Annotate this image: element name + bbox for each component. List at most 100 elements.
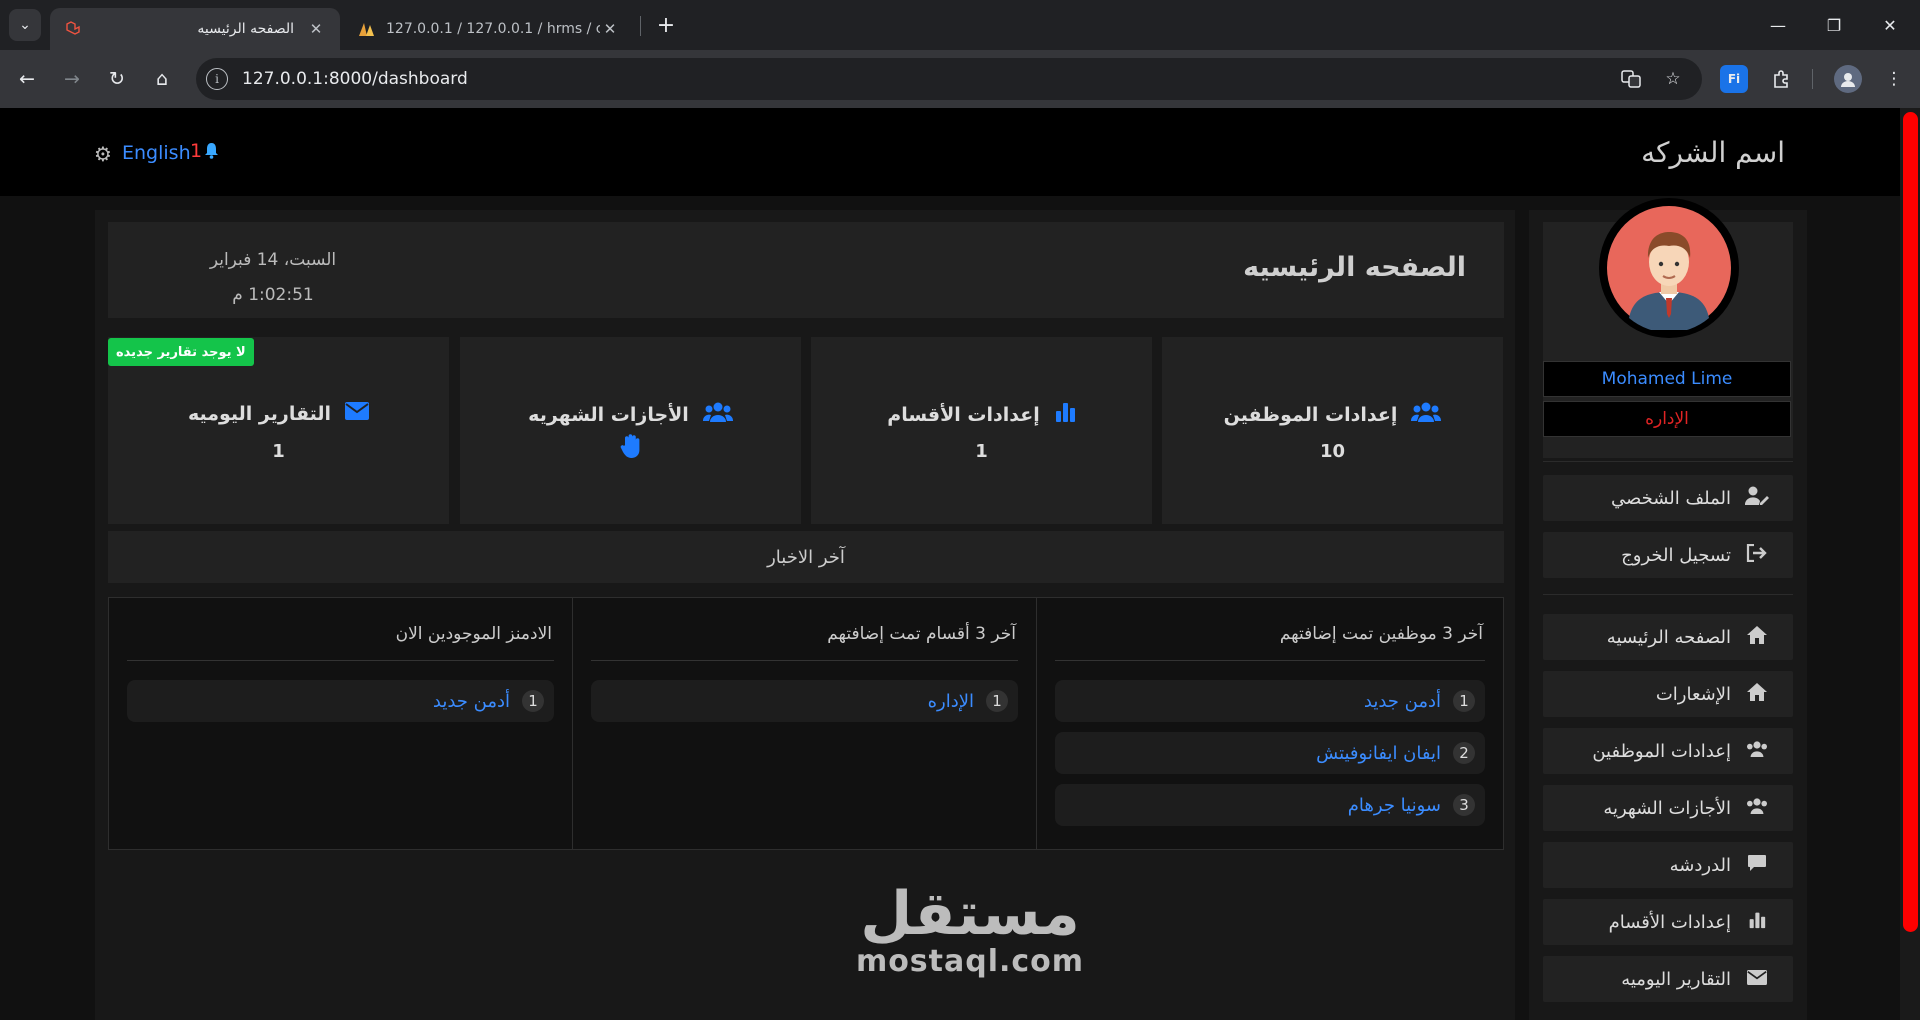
sidebar-item-label: تسجيل الخروج: [1621, 544, 1731, 566]
sidebar-item-notifications[interactable]: الإشعارات: [1543, 671, 1793, 717]
item-link[interactable]: ايفان ايفانوفيتش: [1316, 743, 1441, 764]
page-scrollbar-thumb[interactable]: [1903, 112, 1918, 932]
tab-phpmyadmin[interactable]: 127.0.0.1 / 127.0.0.1 / hrms / co ✕: [344, 8, 634, 50]
sidebar-item-monthly-leaves[interactable]: الأجازات الشهريه: [1543, 785, 1793, 831]
item-number: 2: [1453, 742, 1475, 764]
sign-out-icon: [1745, 543, 1769, 567]
divider: [1543, 594, 1793, 595]
sidebar-item-departments[interactable]: إعدادات الأقسام: [1543, 899, 1793, 945]
close-window-icon[interactable]: ✕: [1862, 0, 1918, 50]
close-tab-icon[interactable]: ✕: [306, 19, 326, 39]
sidebar-item-label: إعدادات الأقسام: [1608, 911, 1731, 933]
sidebar-item-logout[interactable]: تسجيل الخروج: [1543, 532, 1793, 578]
list-item[interactable]: 1 أدمن جديد: [1055, 680, 1485, 722]
users-icon: [702, 401, 733, 429]
extensions-puzzle-icon[interactable]: [1767, 65, 1795, 93]
home-icon: [1745, 682, 1769, 707]
bar-chart-icon: [1745, 911, 1769, 934]
home-icon[interactable]: ⌂: [145, 62, 179, 96]
watermark-latin: mostaql.com: [855, 944, 1085, 979]
company-name[interactable]: اسم الشركه: [1641, 136, 1785, 169]
avatar[interactable]: [1599, 198, 1739, 338]
sidebar-item-label: إعدادات الموظفين: [1592, 740, 1731, 762]
sidebar-item-home[interactable]: الصفحه الرئيسيه: [1543, 614, 1793, 660]
item-number: 1: [986, 690, 1008, 712]
reload-icon[interactable]: ↻: [100, 62, 134, 96]
list-item[interactable]: 1 أدمن جديد: [127, 680, 554, 722]
toolbar-separator: [1812, 69, 1813, 89]
forward-icon[interactable]: →: [55, 62, 89, 96]
stat-label: الأجازات الشهريه: [528, 404, 689, 426]
item-link[interactable]: سونيا جرهام: [1348, 795, 1441, 816]
stat-label: إعدادات الأقسام: [887, 404, 1040, 426]
news-column-departments: آخر 3 أقسام تمت إضافتهم 1 الإداره: [572, 597, 1037, 850]
user-name[interactable]: Mohamed Lime: [1543, 361, 1791, 397]
close-tab-icon[interactable]: ✕: [600, 19, 620, 39]
item-link[interactable]: أدمن جديد: [1364, 691, 1441, 712]
url-text[interactable]: 127.0.0.1:8000/dashboard: [242, 69, 468, 89]
laravel-favicon-icon: [64, 20, 82, 38]
item-link[interactable]: الإداره: [928, 691, 974, 712]
divider: [1055, 660, 1485, 661]
stat-card-employees[interactable]: إعدادات الموظفين 10: [1162, 337, 1503, 524]
users-icon: [1411, 401, 1442, 429]
item-number: 1: [522, 690, 544, 712]
stat-card-departments[interactable]: إعدادات الأقسام 1: [811, 337, 1152, 524]
profile-avatar-icon[interactable]: [1834, 65, 1862, 93]
list-item[interactable]: 1 الإداره: [591, 680, 1018, 722]
notification-count[interactable]: 1: [190, 140, 202, 162]
sidebar-item-employees[interactable]: إعدادات الموظفين: [1543, 728, 1793, 774]
current-time: 1:02:51 م: [232, 285, 314, 305]
new-tab-button[interactable]: +: [650, 9, 682, 41]
language-switch-link[interactable]: English: [122, 142, 191, 164]
news-column-title: الادمنز الموجودين الان: [395, 624, 552, 644]
user-edit-icon: [1744, 486, 1769, 511]
sidebar-item-label: الملف الشخصي: [1611, 487, 1731, 509]
stat-label: التقارير اليوميه: [187, 402, 332, 425]
users-icon: [1745, 797, 1769, 820]
news-column-title: آخر 3 أقسام تمت إضافتهم: [827, 624, 1016, 644]
chat-icon: [1745, 854, 1769, 877]
site-info-icon[interactable]: i: [206, 68, 228, 90]
sidebar-item-label: الصفحه الرئيسيه: [1606, 626, 1731, 648]
tab-search-button[interactable]: ⌄: [9, 9, 41, 41]
news-column-admins: الادمنز الموجودين الان 1 أدمن جديد: [108, 597, 573, 850]
home-icon: [1745, 625, 1769, 650]
tab-title: الصفحه الرئيسيه: [197, 21, 294, 37]
stat-card-monthly-leaves[interactable]: الأجازات الشهريه: [460, 337, 801, 524]
sidebar-item-chat[interactable]: الدردشه: [1543, 842, 1793, 888]
stat-value: 1: [975, 441, 988, 462]
settings-gear-icon[interactable]: ⚙: [94, 142, 112, 166]
sidebar-item-daily-reports[interactable]: التقارير اليوميه: [1543, 956, 1793, 1002]
news-column-employees: آخر 3 موظفين تمت إضافتهم 1 أدمن جديد 2 ا…: [1036, 597, 1504, 850]
user-role: الإداره: [1543, 401, 1791, 437]
item-number: 1: [1453, 690, 1475, 712]
tab-dashboard[interactable]: الصفحه الرئيسيه ✕: [50, 8, 340, 50]
item-link[interactable]: أدمن جديد: [433, 691, 510, 712]
bell-icon[interactable]: [204, 142, 219, 164]
list-item[interactable]: 3 سونيا جرهام: [1055, 784, 1485, 826]
list-item[interactable]: 2 ايفان ايفانوفيتش: [1055, 732, 1485, 774]
browser-tabbar: ⌄ الصفحه الرئيسيه ✕ 127.0.0.1 / 127.0.0.…: [0, 0, 1920, 50]
sidebar-item-profile[interactable]: الملف الشخصي: [1543, 475, 1793, 521]
extension-fi-icon[interactable]: Fi: [1720, 65, 1748, 93]
minimize-icon[interactable]: —: [1750, 0, 1806, 50]
back-icon[interactable]: ←: [10, 62, 44, 96]
page-title: الصفحه الرئيسيه: [1243, 252, 1466, 283]
top-navbar: اسم الشركه ⚙ English 1: [0, 108, 1900, 196]
translate-icon[interactable]: [1619, 67, 1643, 91]
sidebar-item-label: التقارير اليوميه: [1621, 968, 1731, 990]
address-bar[interactable]: i 127.0.0.1:8000/dashboard ☆: [196, 58, 1702, 100]
no-new-reports-badge: لا يوجد تقارير جديده: [108, 338, 254, 366]
phpmyadmin-favicon-icon: [358, 20, 376, 38]
stat-label: إعدادات الموظفين: [1223, 404, 1398, 426]
page-header-card: الصفحه الرئيسيه السبت، 14 فبراير 1:02:51…: [108, 222, 1504, 318]
browser-menu-icon[interactable]: ⋮: [1880, 65, 1908, 93]
envelope-icon: [1745, 968, 1769, 990]
restore-icon[interactable]: ❐: [1806, 0, 1862, 50]
browser-toolbar: ← → ↻ ⌂ i 127.0.0.1:8000/dashboard ☆ Fi …: [0, 50, 1920, 108]
mostaql-watermark: مستقل mostaql.com: [810, 878, 1130, 979]
bookmark-star-icon[interactable]: ☆: [1661, 67, 1685, 91]
sidebar-item-label: الإشعارات: [1655, 683, 1731, 705]
bar-chart-icon: [1054, 401, 1076, 429]
